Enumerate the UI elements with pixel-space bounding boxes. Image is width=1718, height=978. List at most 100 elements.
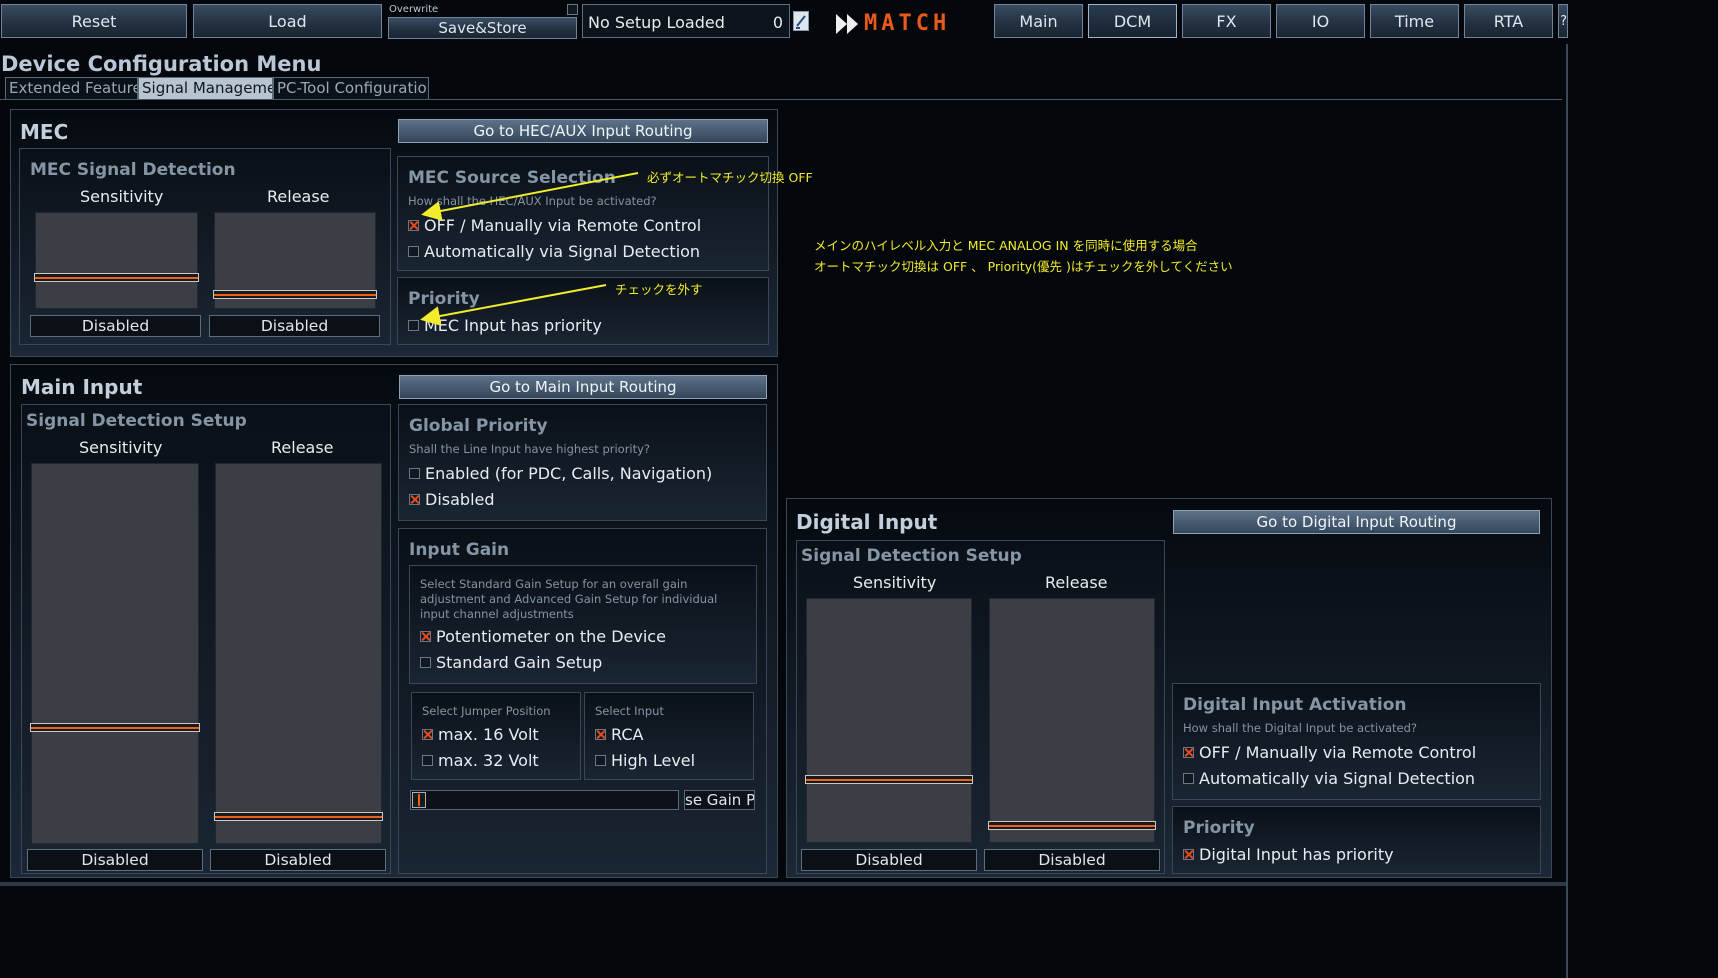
tab-extended-features[interactable]: Extended Features [5,77,138,100]
annotation-auto-off: 必ずオートマチック切換 OFF [647,170,813,185]
mec-sensitivity-value: Disabled [30,315,201,337]
logo-text: MATCH [864,11,951,36]
high-level-label: High Level [611,751,696,770]
play-icon [847,13,858,34]
main-sensitivity-thumb[interactable] [30,723,200,732]
standard-gain-label: Standard Gain Setup [436,653,603,672]
tab-signal-management[interactable]: Signal Management [138,77,273,100]
digital-release-slider[interactable] [988,598,1156,843]
bottom-scrollbar[interactable] [0,882,1566,886]
mec-priority-label: MEC Input has priority [424,316,602,335]
main-release-slider[interactable] [214,463,383,844]
digital-activation-title: Digital Input Activation [1183,695,1407,715]
mec-source-selection-title: MEC Source Selection [408,168,616,188]
tab-time[interactable]: Time [1370,4,1459,38]
gain-slider-knob[interactable] [412,792,426,808]
select-input-title: Select Input [595,704,664,718]
help-button[interactable]: ? [1558,4,1568,38]
digital-sensitivity-value: Disabled [801,849,977,871]
jumper-32v-label: max. 32 Volt [438,751,539,770]
digital-priority-title: Priority [1183,818,1255,838]
jumper-32v-checkbox[interactable] [422,755,433,766]
annotation-note-line2: オートマチック切換は OFF 、 Priority(優先 )はチェックを外してく… [814,259,1233,274]
digital-release-value: Disabled [984,849,1160,871]
setup-name-field[interactable]: No Setup Loaded 0 [582,4,790,38]
digital-priority-checkbox[interactable] [1183,849,1194,860]
main-release-thumb[interactable] [214,812,383,821]
overwrite-checkbox[interactable] [567,4,578,15]
digital-release-thumb[interactable] [988,821,1156,830]
edit-setup-icon[interactable] [793,11,809,31]
mec-release-thumb[interactable] [213,290,377,299]
rca-checkbox[interactable] [595,729,606,740]
tab-fx[interactable]: FX [1182,4,1271,38]
mec-priority-title: Priority [408,289,480,309]
mec-priority-checkbox[interactable] [408,320,419,331]
play-icon [836,13,847,34]
digital-manual-label: OFF / Manually via Remote Control [1199,743,1477,762]
mec-auto-label: Automatically via Signal Detection [424,242,701,261]
mec-manual-checkbox[interactable] [408,220,419,231]
gain-mode-button[interactable]: se Gain Po [684,790,755,810]
digital-activation-hint: How shall the Digital Input be activated… [1183,721,1417,735]
tab-io[interactable]: IO [1276,4,1365,38]
setup-number: 0 [772,13,783,32]
high-level-checkbox[interactable] [595,755,606,766]
digital-release-label: Release [1045,573,1108,592]
jumper-16v-label: max. 16 Volt [438,725,539,744]
rca-label: RCA [611,725,644,744]
main-sensitivity-label: Sensitivity [79,438,163,457]
mec-sensitivity-slider[interactable] [34,212,199,309]
tab-pc-tool-configuration[interactable]: PC-Tool Configuration [273,77,429,100]
jumper-position-title: Select Jumper Position [422,704,551,718]
main-sensitivity-value: Disabled [27,849,203,871]
digital-sensitivity-thumb[interactable] [805,775,973,784]
digital-manual-checkbox[interactable] [1183,747,1194,758]
page-title: Device Configuration Menu [1,52,322,76]
tab-rta[interactable]: RTA [1464,4,1553,38]
save-store-button[interactable]: Save&Store [388,17,577,39]
digital-sensitivity-label: Sensitivity [853,573,937,592]
jumper-16v-checkbox[interactable] [422,729,433,740]
load-button[interactable]: Load [193,4,382,38]
main-input-title: Main Input [21,375,143,399]
mec-manual-label: OFF / Manually via Remote Control [424,216,702,235]
mec-release-value: Disabled [209,315,380,337]
gain-slider[interactable] [410,790,679,810]
global-priority-enabled-label: Enabled (for PDC, Calls, Navigation) [425,464,713,483]
mec-source-hint: How shall the HEC/AUX Input be activated… [408,194,657,208]
main-sensitivity-slider[interactable] [30,463,200,844]
global-priority-enabled-checkbox[interactable] [409,468,420,479]
input-gain-title: Input Gain [409,540,510,560]
right-scrollbar[interactable] [1566,44,1568,978]
mec-release-label: Release [267,187,330,206]
global-priority-hint: Shall the Line Input have highest priori… [409,442,651,456]
match-logo: MATCH [836,11,950,36]
tab-divider [0,99,1562,100]
mec-release-slider[interactable] [213,212,377,309]
potentiometer-checkbox[interactable] [420,631,431,642]
digital-priority-label: Digital Input has priority [1199,845,1394,864]
input-gain-hint: Select Standard Gain Setup for an overal… [420,577,718,621]
hec-aux-routing-button[interactable]: Go to HEC/AUX Input Routing [398,119,768,143]
potentiometer-label: Potentiometer on the Device [436,627,666,646]
main-input-routing-button[interactable]: Go to Main Input Routing [399,375,767,399]
annotation-uncheck: チェックを外す [615,282,703,297]
global-priority-disabled-label: Disabled [425,490,495,509]
digital-input-routing-button[interactable]: Go to Digital Input Routing [1173,510,1540,534]
tab-main[interactable]: Main [994,4,1083,38]
mec-sensitivity-label: Sensitivity [80,187,164,206]
mec-signal-detection-title: MEC Signal Detection [30,160,236,180]
digital-sensitivity-slider[interactable] [805,598,973,843]
digital-auto-label: Automatically via Signal Detection [1199,769,1476,788]
mec-auto-checkbox[interactable] [408,246,419,257]
global-priority-disabled-checkbox[interactable] [409,494,420,505]
tab-dcm[interactable]: DCM [1088,4,1177,38]
digital-signal-detection-title: Signal Detection Setup [801,546,1022,566]
global-priority-title: Global Priority [409,416,548,436]
standard-gain-checkbox[interactable] [420,657,431,668]
reset-button[interactable]: Reset [1,4,187,38]
digital-auto-checkbox[interactable] [1183,773,1194,784]
setup-name-text: No Setup Loaded [588,13,725,32]
mec-sensitivity-thumb[interactable] [34,273,199,282]
